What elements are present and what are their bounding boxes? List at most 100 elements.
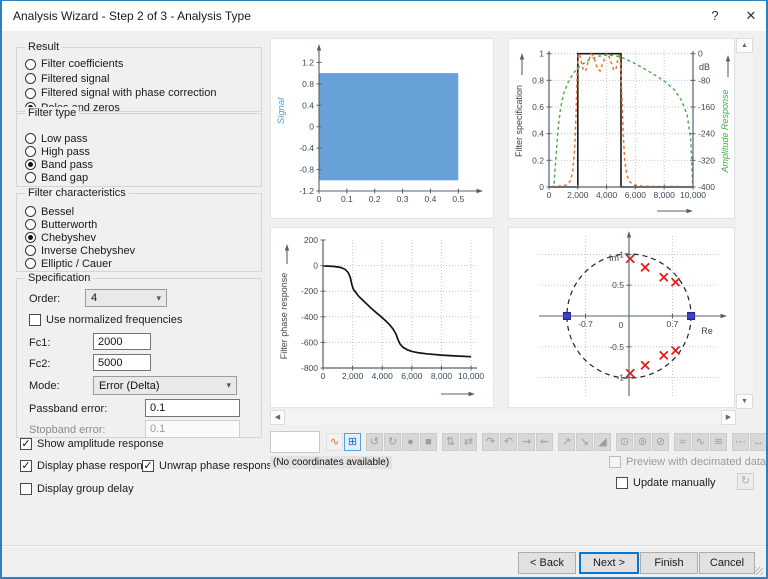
fc2-input[interactable] [93, 354, 151, 371]
radio-circle [25, 219, 36, 230]
svg-text:2,000: 2,000 [342, 371, 364, 381]
draw-ellipse-icon: ● [402, 433, 419, 451]
display-phase-response-checkbox[interactable]: ✓ Display phase response [20, 460, 154, 472]
fc1-input[interactable] [93, 333, 151, 350]
svg-text:0.4: 0.4 [532, 129, 544, 139]
horizontal-scrollbar[interactable]: ◀ ▶ [270, 410, 736, 425]
checkbox-box [616, 477, 628, 489]
toolbar-group: ∿⊞ [326, 433, 362, 451]
mode-value: Error (Delta) [99, 380, 160, 392]
svg-text:0.2: 0.2 [532, 155, 544, 165]
svg-text:Filter phase response: Filter phase response [279, 273, 289, 360]
radio-butterworth[interactable]: Butterworth [17, 218, 261, 231]
curve-shift-up-icon: ↷ [482, 433, 499, 451]
filter-type-options: Low passHigh passBand passBand gap [17, 132, 261, 184]
display-group-delay-checkbox[interactable]: Display group delay [20, 483, 134, 495]
slope-tool-icon: ◢ [594, 433, 611, 451]
scroll-right-button[interactable]: ▶ [721, 410, 736, 425]
radio-band-gap[interactable]: Band gap [17, 171, 261, 184]
checkbox-label: Use normalized frequencies [46, 314, 182, 326]
next-button[interactable]: Next > [579, 552, 639, 574]
filter-characteristics-options: BesselButterworthChebyshevInverse Chebys… [17, 205, 261, 270]
svg-text:-1.2: -1.2 [299, 186, 314, 196]
checkbox-box [20, 483, 32, 495]
preview-decimated-checkbox: Preview with decimated data [609, 456, 766, 468]
radio-inverse-chebyshev[interactable]: Inverse Chebyshev [17, 244, 261, 257]
svg-text:200: 200 [304, 235, 318, 245]
signal-curve-icon[interactable]: ∿ [326, 433, 343, 451]
zoom-box-icon: ⊙ [616, 433, 633, 451]
mode-select[interactable]: Error (Delta) ▾ [93, 376, 237, 395]
result-group: Result Filter coefficientsFiltered signa… [16, 47, 262, 112]
svg-text:Re: Re [701, 326, 713, 336]
order-select[interactable]: 4 ▾ [85, 289, 167, 307]
radio-circle [25, 133, 36, 144]
result-group-label: Result [25, 41, 62, 53]
unwrap-phase-response-checkbox[interactable]: ✓ Unwrap phase response [142, 460, 278, 472]
radio-bessel[interactable]: Bessel [17, 205, 261, 218]
radio-circle [25, 258, 36, 269]
plot-toolbar: ∿⊞↺↻●■⇅⇄↷↶⇝⇜↗↘◢⊙⊚⊘≈∿≋⋯↔→ [270, 430, 768, 453]
pick-point-icon: ↗ [558, 433, 575, 451]
radio-filtered-signal-with-phase-correction[interactable]: Filtered signal with phase correction [17, 86, 261, 101]
radio-circle [25, 59, 36, 70]
scroll-left-button[interactable]: ◀ [270, 410, 285, 425]
svg-text:Amplitude Response: Amplitude Response [720, 89, 730, 173]
svg-text:4,000: 4,000 [596, 190, 618, 200]
svg-text:Filter specification: Filter specification [514, 85, 524, 157]
close-button[interactable]: ✕ [738, 4, 764, 28]
svg-text:6,000: 6,000 [625, 190, 647, 200]
back-button[interactable]: < Back [518, 552, 576, 574]
radio-filter-coefficients[interactable]: Filter coefficients [17, 57, 261, 72]
amplitude-plot-panel: 02,0004,0006,0008,00010,00000.20.40.60.8… [508, 38, 735, 219]
stopband-error-input [145, 420, 240, 438]
checkbox-box: ✓ [142, 460, 154, 472]
footer-separator [2, 545, 768, 547]
checkbox-label: Display group delay [37, 483, 134, 495]
checkbox-box: ✓ [20, 438, 32, 450]
radio-high-pass[interactable]: High pass [17, 145, 261, 158]
radio-label: Filtered signal with phase correction [41, 87, 216, 99]
help-button[interactable]: ? [702, 4, 728, 28]
refresh-icon: ↻ [737, 473, 754, 490]
zoom-in-icon: ⊚ [634, 433, 651, 451]
toolbar-icons: ∿⊞↺↻●■⇅⇄↷↶⇝⇜↗↘◢⊙⊚⊘≈∿≋⋯↔→ [322, 433, 768, 451]
fit-view-icon[interactable]: ⊞ [344, 433, 361, 451]
order-label: Order: [29, 293, 60, 305]
passband-error-input[interactable] [145, 399, 240, 417]
svg-text:-600: -600 [301, 337, 318, 347]
scale-y-icon: ≈ [674, 433, 691, 451]
expand-x-icon: ↔ [750, 433, 767, 451]
scroll-up-button[interactable]: ▲ [736, 38, 753, 53]
phase-plot-panel: 02,0004,0006,0008,00010,0002000-200-400-… [270, 227, 494, 408]
svg-text:6,000: 6,000 [401, 371, 423, 381]
svg-text:-0.7: -0.7 [578, 319, 593, 329]
radio-circle [25, 88, 36, 99]
toolbar-group: ≈∿≋ [674, 433, 728, 451]
radio-elliptic-cauer[interactable]: Elliptic / Cauer [17, 257, 261, 270]
specification-group-label: Specification [25, 272, 93, 284]
svg-text:1: 1 [539, 49, 544, 59]
svg-text:-0.5: -0.5 [609, 342, 624, 352]
radio-filtered-signal[interactable]: Filtered signal [17, 72, 261, 87]
svg-text:-80: -80 [698, 75, 711, 85]
svg-text:0.4: 0.4 [302, 100, 314, 110]
scroll-down-button[interactable]: ▼ [736, 394, 753, 409]
cancel-button[interactable]: Cancel [699, 552, 755, 574]
flip-horizontal-icon: ⇄ [460, 433, 477, 451]
update-manually-checkbox[interactable]: Update manually [616, 477, 716, 489]
filter-characteristics-group: Filter characteristics BesselButterworth… [16, 193, 262, 272]
radio-label: Bessel [41, 206, 74, 218]
use-normalized-frequencies-checkbox[interactable]: Use normalized frequencies [29, 314, 182, 326]
toolbar-input-box[interactable] [270, 431, 320, 453]
radio-low-pass[interactable]: Low pass [17, 132, 261, 145]
vertical-scrollbar[interactable]: ▲ ▼ [736, 38, 753, 409]
svg-text:-0.4: -0.4 [299, 143, 314, 153]
finish-button[interactable]: Finish [640, 552, 698, 574]
resize-grip[interactable] [755, 567, 763, 575]
show-amplitude-response-checkbox[interactable]: ✓ Show amplitude response [20, 438, 164, 450]
filter-characteristics-group-label: Filter characteristics [25, 187, 129, 199]
radio-chebyshev[interactable]: Chebyshev [17, 231, 261, 244]
radio-band-pass[interactable]: Band pass [17, 158, 261, 171]
svg-text:-200: -200 [301, 286, 318, 296]
